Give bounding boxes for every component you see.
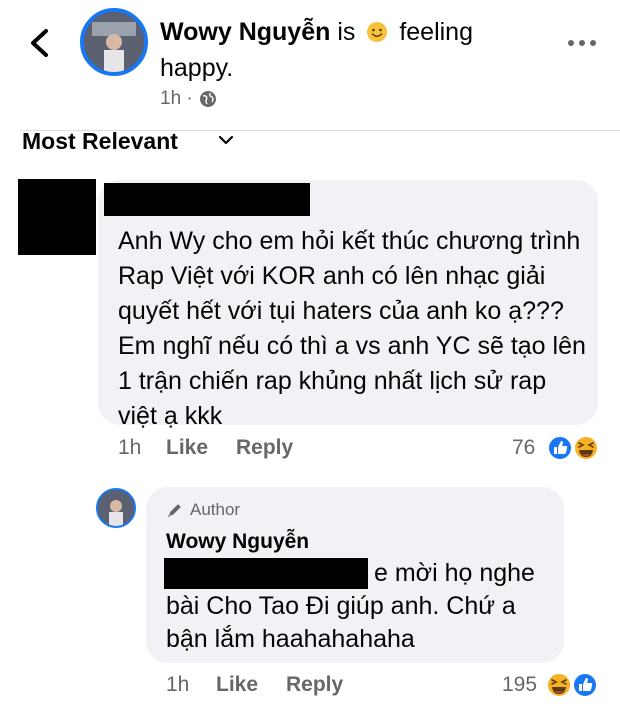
post-time-row: 1h · [160,88,217,110]
comment-reaction-count[interactable]: 76 [512,436,535,460]
post-time[interactable]: 1h · [160,88,193,110]
post-author-name[interactable]: Wowy Nguyễn [160,18,330,46]
redacted-mention [164,558,368,589]
comment-reply-button[interactable]: Reply [236,436,293,460]
reply-reactions[interactable] [543,670,603,700]
haha-reaction-icon [546,672,572,698]
post-header-title: Wowy Nguyễn is feeling [160,18,473,47]
reply-text-line3: bận lắm haahahahaha [166,625,415,653]
comment-like-button[interactable]: Like [166,436,236,460]
sort-comments-label[interactable]: Most Relevant [22,128,178,155]
reply-reply-button[interactable]: Reply [286,673,343,697]
like-reaction-icon [572,672,598,698]
feeling-text: feeling [399,18,473,46]
reply-author-name[interactable]: Wowy Nguyễn [166,530,309,554]
author-badge: Author [166,500,240,520]
chevron-down-icon[interactable] [218,134,234,146]
reply-text-line1: e mời họ nghe [374,559,535,587]
comment-time[interactable]: 1h [118,436,166,460]
redacted-commenter-name [104,183,310,216]
back-chevron-icon[interactable] [26,28,54,58]
avatar-photo-icon [98,490,134,526]
redacted-commenter-avatar [18,179,96,255]
is-text: is [337,18,356,46]
reply-like-button[interactable]: Like [216,673,286,697]
reply-time[interactable]: 1h [166,673,216,697]
author-badge-label: Author [190,500,241,519]
feeling-line2: happy. [160,54,234,82]
comment-reactions[interactable] [546,433,604,463]
globe-icon [199,91,216,107]
more-options-icon[interactable] [568,40,598,48]
comment-text: Anh Wy cho em hỏi kết thúc chương trình … [118,227,586,430]
avatar-photo-icon [84,12,144,72]
reply-text-line2: bài Cho Tao Đi giúp anh. Chứ a [166,592,516,620]
pencil-icon [168,504,181,517]
reply-actions: 1h Like Reply [166,673,343,697]
smiling-face-icon [367,22,388,42]
reply-reaction-count[interactable]: 195 [502,673,537,697]
haha-reaction-icon [573,435,599,461]
post-author-avatar[interactable] [80,8,148,76]
comment-actions: 1h Like Reply [118,436,293,460]
reply-author-avatar[interactable] [96,488,136,528]
like-reaction-icon [547,435,573,461]
